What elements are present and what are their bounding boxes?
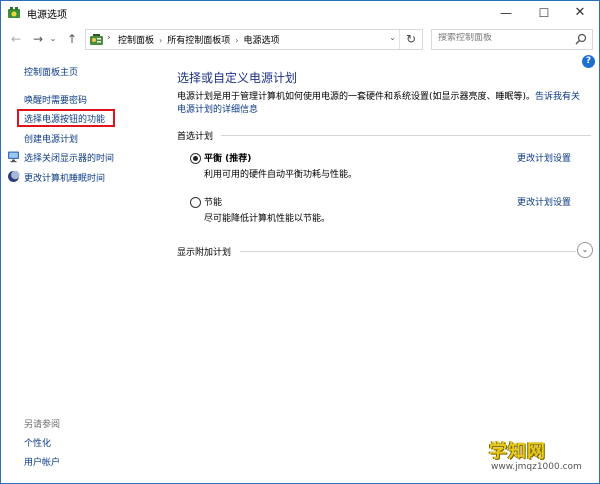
page-description: 电源计划是用于管理计算机如何使用电源的一套硬件和系统设置(如显示器亮度、睡眠等)… xyxy=(177,91,587,117)
search-input[interactable] xyxy=(438,33,566,43)
address-dropdown-icon[interactable]: ⌄ xyxy=(389,33,396,42)
breadcrumb-power-options[interactable]: 电源选项 xyxy=(243,36,279,46)
balanced-change-plan-settings-link[interactable]: 更改计划设置 xyxy=(517,151,571,164)
power-options-window: 电源选项 — ☐ ✕ ← → ⌄ ↑ › 控制面板 › 所有控制面板项 › 电源选项 ⌄… xyxy=(0,0,600,484)
title-bar: 电源选项 — ☐ ✕ xyxy=(1,1,599,25)
change-sleep-time-link[interactable]: 更改计算机睡眠时间 xyxy=(24,171,105,184)
see-also-heading: 另请参阅 xyxy=(24,420,61,430)
address-bar[interactable]: › 控制面板 › 所有控制面板项 › 电源选项 ⌄ ↻ xyxy=(85,29,423,50)
up-button[interactable]: ↑ xyxy=(63,30,81,48)
control-panel-home-link[interactable]: 控制面板主页 xyxy=(24,65,78,78)
create-power-plan-link[interactable]: 创建电源计划 xyxy=(24,132,78,145)
control-panel-icon xyxy=(90,34,103,45)
back-button[interactable]: ← xyxy=(7,30,25,48)
balanced-plan-name[interactable]: 平衡 (推荐) xyxy=(204,151,251,164)
breadcrumb-all-items[interactable]: 所有控制面板项 xyxy=(167,36,230,46)
watermark: 学知网 www.jmqz1000.com xyxy=(481,437,597,481)
power-options-app-icon xyxy=(8,7,20,18)
power-saver-change-plan-settings-link[interactable]: 更改计划设置 xyxy=(517,195,571,208)
show-additional-plans-label[interactable]: 显示附加计划 xyxy=(177,245,231,258)
help-icon[interactable]: ? xyxy=(582,55,595,68)
section-divider xyxy=(240,251,576,252)
watermark-logo-text: 学知网 xyxy=(489,441,546,462)
breadcrumb: 控制面板 › 所有控制面板项 › 电源选项 xyxy=(118,33,279,46)
breadcrumb-separator[interactable]: › xyxy=(235,36,238,45)
minimize-button[interactable]: — xyxy=(489,1,523,25)
breadcrumb-control-panel[interactable]: 控制面板 xyxy=(118,36,154,46)
refresh-button[interactable]: ↻ xyxy=(399,30,422,49)
close-button[interactable]: ✕ xyxy=(563,1,597,25)
choose-display-off-time-link[interactable]: 选择关闭显示器的时间 xyxy=(24,151,114,164)
main-content: ? 选择或自定义电源计划 电源计划是用于管理计算机如何使用电源的一套硬件和系统设… xyxy=(177,53,597,483)
choose-power-button-function-link[interactable]: 选择电源按钮的功能 xyxy=(24,112,105,125)
maximize-button[interactable]: ☐ xyxy=(527,1,561,25)
user-accounts-link[interactable]: 用户帐户 xyxy=(24,455,60,468)
require-password-on-wakeup-link[interactable]: 唤醒时需要密码 xyxy=(24,93,87,106)
navigation-bar: ← → ⌄ ↑ › 控制面板 › 所有控制面板项 › 电源选项 ⌄ ↻ xyxy=(1,26,599,52)
monitor-icon xyxy=(8,151,19,163)
personalization-link[interactable]: 个性化 xyxy=(24,436,51,449)
radio-selected-dot xyxy=(193,156,198,161)
power-saver-plan-description: 尽可能降低计算机性能以节能。 xyxy=(204,214,331,224)
window-title: 电源选项 xyxy=(27,10,67,21)
expand-chevron-icon[interactable]: ⌄ xyxy=(577,242,593,258)
power-saver-plan-radio[interactable] xyxy=(190,197,201,208)
watermark-url: www.jmqz1000.com xyxy=(491,462,582,472)
description-text: 电源计划是用于管理计算机如何使用电源的一套硬件和系统设置(如显示器亮度、睡眠等)… xyxy=(177,92,536,102)
section-divider xyxy=(221,135,591,136)
power-saver-plan-name[interactable]: 节能 xyxy=(204,195,222,208)
page-title: 选择或自定义电源计划 xyxy=(177,71,298,85)
left-task-pane: 控制面板主页 唤醒时需要密码 选择电源按钮的功能 创建电源计划 选择关闭显示器的… xyxy=(1,53,161,483)
breadcrumb-root-chevron[interactable]: › xyxy=(107,33,111,43)
balanced-plan-description: 利用可用的硬件自动平衡功耗与性能。 xyxy=(204,170,358,180)
preferred-plans-heading: 首选计划 xyxy=(177,132,214,142)
breadcrumb-separator[interactable]: › xyxy=(159,36,162,45)
moon-icon xyxy=(8,170,20,182)
forward-button[interactable]: → xyxy=(29,30,47,48)
search-box[interactable] xyxy=(431,29,593,50)
recent-locations-button[interactable]: ⌄ xyxy=(47,30,59,48)
balanced-plan-radio[interactable] xyxy=(190,153,201,164)
search-icon[interactable] xyxy=(575,33,587,45)
